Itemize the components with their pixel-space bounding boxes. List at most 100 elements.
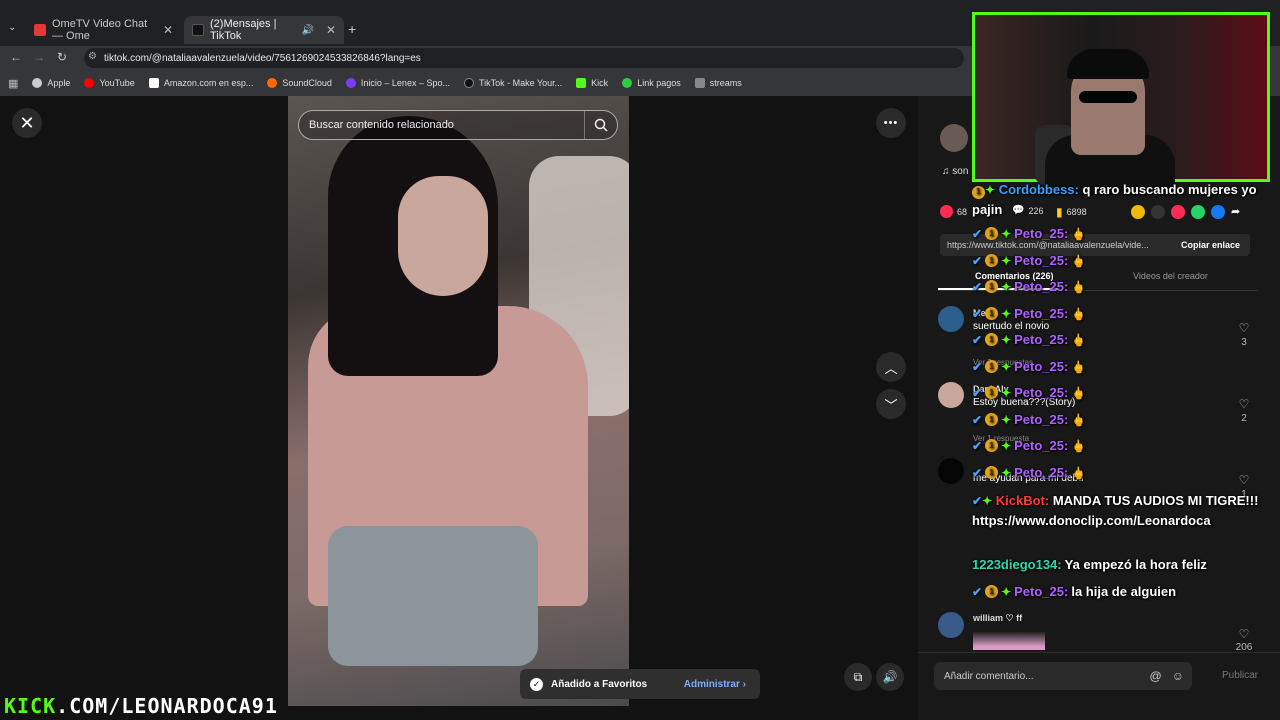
like-icon[interactable]: ♡ xyxy=(1234,627,1254,641)
chat-message: 1223diego134: Ya empezó la hora feliz xyxy=(972,557,1207,572)
forward-icon[interactable]: → xyxy=(33,50,45,64)
avatar[interactable] xyxy=(938,306,964,332)
soundcloud-icon xyxy=(267,78,278,88)
badge-coin-icon: 1 xyxy=(985,386,999,399)
browser-tab-active[interactable]: (2)Mensajes | TikTok 🔊 ✕ xyxy=(184,16,344,44)
creator-avatar[interactable] xyxy=(940,124,968,152)
music-row[interactable]: ♫ son xyxy=(942,166,968,177)
verified-icon: ✔ xyxy=(972,465,983,480)
badge-gem-icon: ✦ xyxy=(1001,253,1012,268)
chat-message: 1 ✦ Cordobbess: q raro buscando mujeres y… xyxy=(972,180,1272,220)
apps-grid-icon[interactable]: ▦ xyxy=(8,77,18,90)
search-button[interactable] xyxy=(584,111,616,139)
close-tab-icon[interactable]: ✕ xyxy=(326,23,336,37)
avatar[interactable] xyxy=(938,612,964,638)
bookmark-label: Apple xyxy=(47,78,71,88)
streamer-sunglasses xyxy=(1079,91,1137,103)
apple-icon xyxy=(32,78,43,88)
thumbs-icon: 🖕 xyxy=(1071,253,1087,268)
chat-message: ✔ 1 ✦ Peto_25: 🖕 xyxy=(972,279,1086,294)
badge-coin-icon: 1 xyxy=(985,333,999,346)
comment-text: suertudo el novio xyxy=(973,321,1050,332)
url-text: tiktok.com/@nataliaavalenzuela/video/756… xyxy=(104,52,421,64)
site-info-icon[interactable]: ⚙ xyxy=(88,51,97,62)
related-search-input[interactable]: Buscar contenido relacionado xyxy=(298,110,618,140)
badge-gem-icon: ✦ xyxy=(1001,385,1012,400)
chat-user: Peto_25: xyxy=(1014,253,1069,268)
reload-icon[interactable]: ↻ xyxy=(57,50,67,64)
badge-coin-icon: 1 xyxy=(985,585,999,598)
bookmark[interactable]: Kick xyxy=(576,78,608,88)
comment-like-count: 2 xyxy=(1241,413,1247,424)
kick-logo-text: KICK xyxy=(4,694,57,718)
manage-link[interactable]: Administrar › xyxy=(684,679,746,690)
thumbs-icon: 🖕 xyxy=(1071,279,1087,294)
close-video-button[interactable]: ✕ xyxy=(12,108,42,138)
tab-title: (2)Mensajes | TikTok xyxy=(210,18,277,42)
next-video-button[interactable]: ﹀ xyxy=(876,389,906,419)
chat-user: Peto_25: xyxy=(1014,332,1069,347)
like-icon[interactable]: ♡ xyxy=(1234,397,1254,411)
comment-author[interactable]: william ♡ ff xyxy=(973,613,1022,624)
tab-creator-videos[interactable]: Videos del creador xyxy=(1133,271,1208,281)
new-tab-button[interactable]: + xyxy=(348,21,356,37)
chat-message: ✔ 1 ✦ Peto_25: 🖕 xyxy=(972,412,1086,427)
close-tab-icon[interactable]: ✕ xyxy=(163,23,173,37)
badge-gem-icon: ✦ xyxy=(1001,332,1012,347)
bookmark[interactable]: Amazon.com en esp... xyxy=(148,78,253,88)
bookmark[interactable]: SoundCloud xyxy=(267,78,332,88)
bookmark[interactable]: YouTube xyxy=(84,78,135,88)
audio-icon[interactable]: 🔊 xyxy=(301,25,313,36)
volume-icon[interactable]: 🔊 xyxy=(876,663,904,691)
badge-coin-icon: 1 xyxy=(985,254,999,267)
heart-icon xyxy=(940,205,953,218)
comment-like-count: 3 xyxy=(1241,337,1247,348)
chat-user: Cordobbess: xyxy=(998,182,1079,197)
video-player[interactable] xyxy=(288,96,629,706)
ometv-favicon-icon xyxy=(34,24,46,36)
verified-icon: ✔ xyxy=(972,279,983,294)
verified-icon: ✔ xyxy=(972,385,983,400)
like-icon[interactable]: ♡ xyxy=(1234,321,1254,335)
favorites-toast: ✓ Añadido a Favoritos Administrar › xyxy=(520,669,760,699)
tiktok-favicon-icon xyxy=(192,24,204,36)
chat-message: ✔ 1 ✦ Peto_25: 🖕 xyxy=(972,306,1086,321)
badge-gem-icon: ✦ xyxy=(985,183,996,197)
chat-user: Peto_25: xyxy=(1014,226,1069,241)
tab-search-icon[interactable]: ⌄ xyxy=(8,22,16,33)
more-options-button[interactable]: ••• xyxy=(876,108,906,138)
comment-image xyxy=(973,632,1045,650)
bookmark[interactable]: Inicio – Lenex – Spo... xyxy=(345,78,450,88)
folder-icon xyxy=(694,78,705,88)
copy-link-button[interactable]: Copiar enlace xyxy=(1181,240,1240,250)
bookmark[interactable]: Link pagos xyxy=(622,78,681,88)
channel-url-text: .COM/LEONARDOCA91 xyxy=(56,694,278,718)
browser-tab[interactable]: OmeTV Video Chat — Ome ✕ xyxy=(26,16,181,44)
badge-coin-icon: 1 xyxy=(985,466,999,479)
like-icon[interactable]: ♡ xyxy=(1234,473,1254,487)
url-input[interactable]: ⚙ tiktok.com/@nataliaavalenzuela/video/7… xyxy=(84,48,964,68)
bookmark[interactable]: TikTok - Make Your... xyxy=(463,78,562,88)
tab-title: OmeTV Video Chat — Ome xyxy=(52,18,148,42)
verified-icon: ✔ xyxy=(972,584,983,599)
avatar[interactable] xyxy=(938,458,964,484)
emoji-icon[interactable]: ☺ xyxy=(1172,669,1184,683)
avatar[interactable] xyxy=(938,382,964,408)
thumbs-icon: 🖕 xyxy=(1071,306,1087,321)
back-icon[interactable]: ← xyxy=(10,50,22,64)
publish-button[interactable]: Publicar xyxy=(1222,670,1258,681)
comment-like-count: 206 xyxy=(1235,642,1253,652)
like-stat[interactable]: 68 xyxy=(940,205,967,218)
picture-in-picture-icon[interactable]: ⧉ xyxy=(844,663,872,691)
chat-user: Peto_25: xyxy=(1014,279,1069,294)
mention-icon[interactable]: @ xyxy=(1150,669,1162,683)
bookmark-folder[interactable]: streams xyxy=(694,78,742,88)
bookmark[interactable]: Apple xyxy=(32,78,70,88)
chat-message: ✔ 1 ✦ Peto_25: 🖕 xyxy=(972,359,1086,374)
chat-user: KickBot: xyxy=(995,493,1050,508)
badge-gem-icon: ✦ xyxy=(1001,279,1012,294)
comment-input[interactable]: Añadir comentario... @ ☺ xyxy=(934,662,1192,690)
previous-video-button[interactable]: ︿ xyxy=(876,352,906,382)
chat-text: la hija de alguien xyxy=(1071,584,1177,599)
verified-icon: ✔ xyxy=(972,494,983,508)
